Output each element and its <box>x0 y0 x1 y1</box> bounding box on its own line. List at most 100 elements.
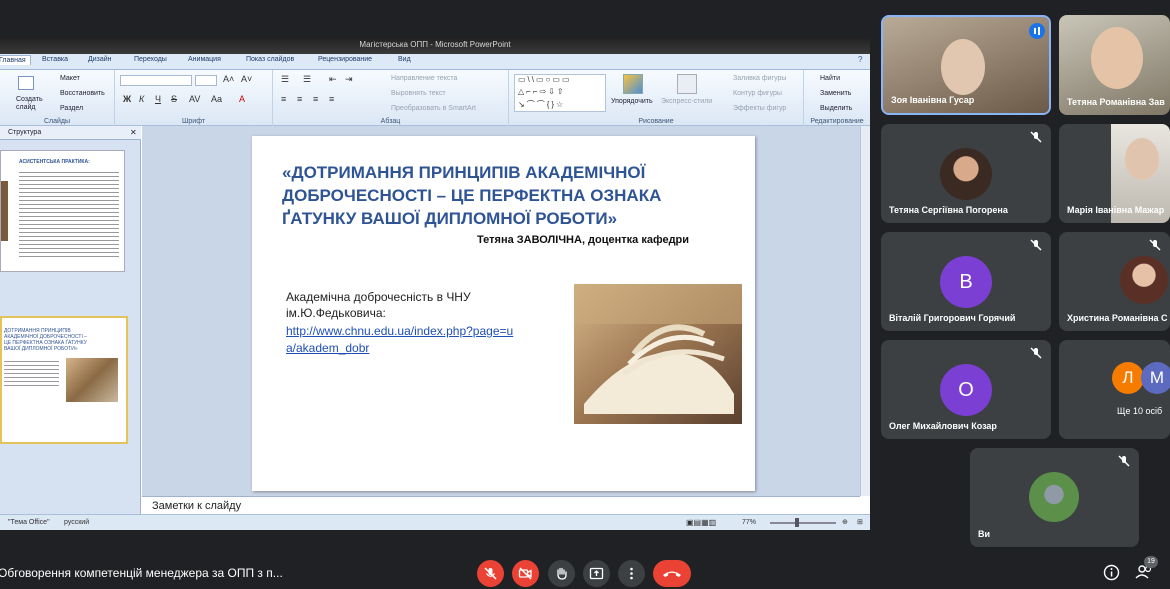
open-book-image <box>574 284 742 424</box>
find-button[interactable]: Найти <box>820 75 840 82</box>
reset-button[interactable]: Восстановить <box>60 90 105 97</box>
thumb-text-lines <box>4 358 59 386</box>
view-buttons-icon[interactable]: ▣▤▦▥ <box>686 515 716 530</box>
self-tile[interactable]: Ви <box>970 448 1139 547</box>
align-left-icon[interactable]: ≡ <box>281 94 286 104</box>
strikethrough-icon[interactable]: S <box>171 94 177 104</box>
participant-name: Ви <box>978 529 991 539</box>
mic-off-icon <box>1030 347 1042 359</box>
bullets-icon[interactable]: ☰ <box>281 74 289 85</box>
participant-tile[interactable]: В Віталій Григорович Горячий <box>881 232 1051 331</box>
indent-icon[interactable]: ⇤ <box>329 74 337 85</box>
shapes-gallery[interactable]: ▭\\▭○▭▭ △⌐⌐⇨⇩⇧ ↘⌒⌒{}☆ <box>514 74 606 112</box>
case-icon[interactable]: Aa <box>211 94 222 104</box>
thumb-text-lines <box>19 169 119 259</box>
smartart-button[interactable]: Преобразовать в SmartArt <box>391 105 476 112</box>
camera-toggle-button[interactable] <box>512 560 539 587</box>
status-bar: "Тема Office" русский ▣▤▦▥ 77% ⊕ ⊞ <box>0 514 870 530</box>
participant-name: Зоя Іванівна Гусар <box>891 95 975 105</box>
participant-name: Тетяна Романівна Зав <box>1067 97 1165 107</box>
shapes-row-icon: △⌐⌐⇨⇩⇧ <box>518 87 566 96</box>
text-direction-button[interactable]: Направление текста <box>391 75 457 82</box>
participant-face <box>1091 27 1143 89</box>
shrink-font-icon[interactable]: A˅ <box>241 74 252 84</box>
group-drawing: ▭\\▭○▭▭ △⌐⌐⇨⇩⇧ ↘⌒⌒{}☆ Упорядочить Экспре… <box>509 70 804 126</box>
slide-thumbnail-2[interactable]: ДОТРИМАННЯ ПРИНЦИПІВ АКАДЕМІЧНОЇ ДОБРОЧЕ… <box>0 316 128 444</box>
academic-integrity-link[interactable]: a/akadem_dobr <box>286 341 369 355</box>
close-panel-icon[interactable]: ✕ <box>130 126 137 140</box>
participant-tile[interactable]: Марія Іванівна Мажар <box>1059 124 1170 223</box>
body-text: Академічна доброчесність в ЧНУ <box>286 290 471 304</box>
zoom-slider[interactable] <box>770 522 836 524</box>
layout-button[interactable]: Макет <box>60 75 80 82</box>
select-button[interactable]: Выделить <box>820 105 852 112</box>
meeting-info-button[interactable] <box>1103 564 1120 581</box>
shared-screen: Магістерська ОПП - Microsoft PowerPoint … <box>0 36 870 530</box>
raise-hand-button[interactable] <box>548 560 575 587</box>
participant-name: Марія Іванівна Мажар <box>1067 205 1165 215</box>
leave-call-button[interactable] <box>653 560 691 587</box>
arrange-button[interactable]: Упорядочить <box>611 98 653 105</box>
participant-tile[interactable]: Христина Романівна С <box>1059 232 1170 331</box>
tab-outline[interactable]: Структура <box>8 126 41 140</box>
tab-animation[interactable]: Анимация <box>188 56 221 63</box>
char-spacing-icon[interactable]: AV <box>189 94 200 104</box>
shape-outline-button[interactable]: Контур фигуры <box>733 90 782 97</box>
numbering-icon[interactable]: ☰ <box>303 74 311 85</box>
zoom-in-icon[interactable]: ⊕ <box>842 515 848 530</box>
quick-styles-button[interactable]: Экспресс-стили <box>661 98 712 105</box>
tab-insert[interactable]: Вставка <box>42 56 68 63</box>
tab-transitions[interactable]: Переходы <box>134 56 167 63</box>
tab-view[interactable]: Вид <box>398 56 411 63</box>
mic-off-icon <box>1118 455 1130 467</box>
replace-button[interactable]: Заменить <box>820 90 851 97</box>
tab-design[interactable]: Дизайн <box>88 56 112 63</box>
grow-font-icon[interactable]: A˄ <box>223 74 234 84</box>
more-participants-tile[interactable]: Л М Ще 10 осіб <box>1059 340 1170 439</box>
section-button[interactable]: Раздел <box>60 105 83 112</box>
slide-thumbnail-1[interactable]: АСИСТЕНТСЬКА ПРАКТИКА: <box>0 150 125 272</box>
font-size-input[interactable] <box>195 75 217 86</box>
font-color-icon[interactable]: A <box>239 94 245 104</box>
tab-review[interactable]: Рецензирование <box>318 56 372 63</box>
font-name-input[interactable] <box>120 75 192 86</box>
zoom-slider-thumb[interactable] <box>795 518 799 527</box>
group-font: A˄ A˅ Ж К Ч S AV Aa A Шрифт <box>115 70 273 126</box>
participant-tile[interactable]: Тетяна Романівна Зав <box>1059 15 1170 115</box>
slide-scrollbar[interactable] <box>860 126 870 496</box>
participants-button[interactable]: 19 <box>1135 556 1158 582</box>
group-paragraph: ☰ ☰ ⇤ ⇥ ≡ ≡ ≡ ≡ Направление текста Выров… <box>273 70 509 126</box>
present-screen-button[interactable] <box>583 560 610 587</box>
help-icon[interactable]: ? <box>858 55 862 64</box>
participant-tile[interactable]: Зоя Іванівна Гусар <box>881 15 1051 115</box>
academic-integrity-link[interactable]: http://www.chnu.edu.ua/index.php?page=u <box>286 324 513 338</box>
participant-tile[interactable]: Тетяна Сергіївна Погорена <box>881 124 1051 223</box>
shape-fill-button[interactable]: Заливка фигуры <box>733 75 786 82</box>
italic-icon[interactable]: К <box>139 94 144 104</box>
arrange-icon[interactable] <box>623 74 643 94</box>
shape-effects-button[interactable]: Эффекты фигур <box>733 105 786 112</box>
tab-home[interactable]: Главная <box>0 55 31 65</box>
new-slide-icon[interactable] <box>18 76 34 90</box>
notes-area[interactable]: Заметки к слайду <box>142 496 860 514</box>
align-right-icon[interactable]: ≡ <box>313 94 318 104</box>
current-slide[interactable]: «ДОТРИМАННЯ ПРИНЦИПІВ АКАДЕМІЧНОЇ ДОБРОЧ… <box>252 136 755 491</box>
new-slide-button[interactable]: Создать слайд <box>16 96 46 112</box>
participant-tile[interactable]: О Олег Михайлович Козар <box>881 340 1051 439</box>
mic-off-icon <box>1030 131 1042 143</box>
mic-toggle-button[interactable] <box>477 560 504 587</box>
participant-avatar <box>1120 256 1168 304</box>
mic-off-icon <box>484 567 497 580</box>
justify-icon[interactable]: ≡ <box>329 94 334 104</box>
align-text-button[interactable]: Выровнять текст <box>391 90 446 97</box>
more-options-button[interactable] <box>618 560 645 587</box>
bold-icon[interactable]: Ж <box>123 94 131 104</box>
outdent-icon[interactable]: ⇥ <box>345 74 353 85</box>
tab-slideshow[interactable]: Показ слайдов <box>246 56 294 63</box>
align-center-icon[interactable]: ≡ <box>297 94 302 104</box>
fit-window-icon[interactable]: ⊞ <box>857 515 863 530</box>
quick-styles-icon[interactable] <box>677 74 697 94</box>
participant-avatar: В <box>940 256 992 308</box>
avatar-initial: М <box>1149 368 1165 387</box>
underline-icon[interactable]: Ч <box>155 94 161 104</box>
